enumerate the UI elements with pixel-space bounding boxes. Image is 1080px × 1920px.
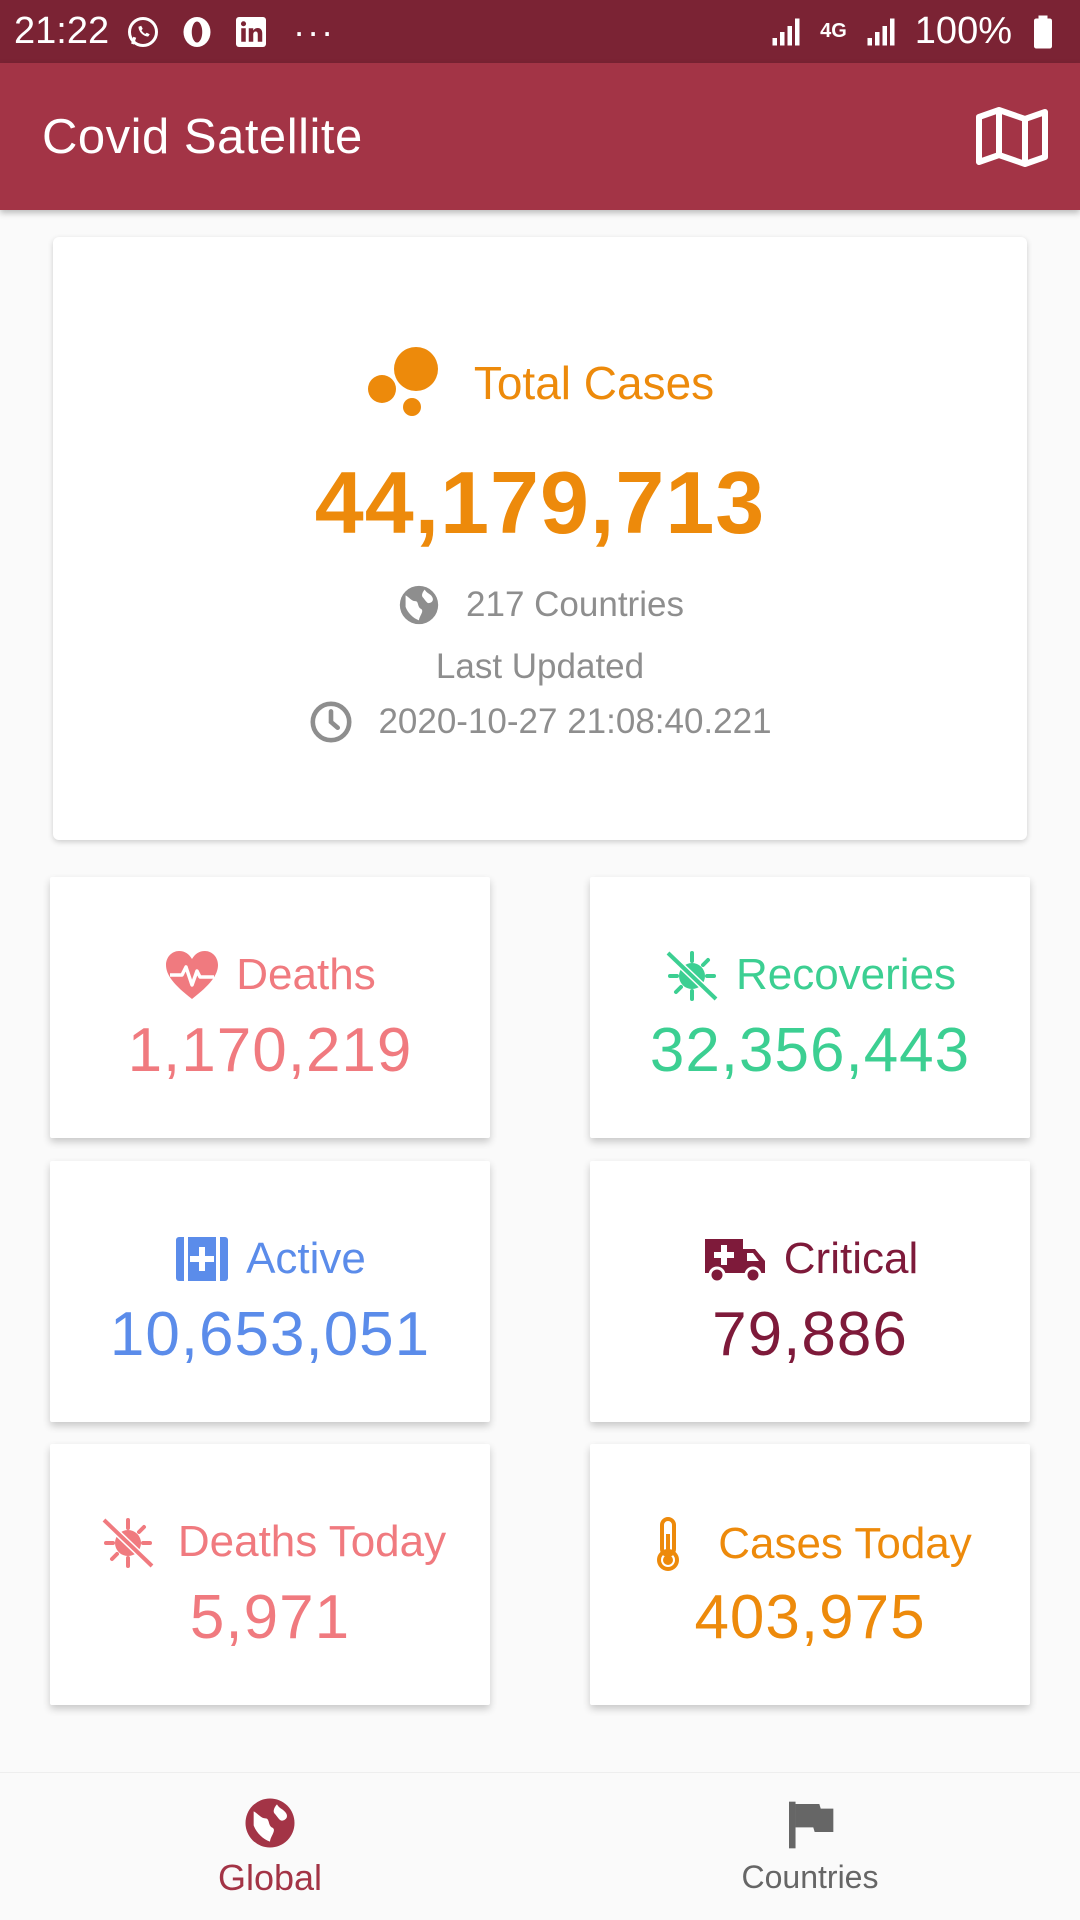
virus-cluster-icon — [367, 347, 438, 416]
deaths-today-label: Deaths Today — [177, 1517, 447, 1566]
deaths-value: 1,170,219 — [127, 1016, 413, 1085]
active-card: Active 10,653,051 — [50, 1161, 490, 1422]
cases-today-label: Cases Today — [718, 1519, 972, 1568]
critical-card: Critical 79,886 — [590, 1161, 1030, 1422]
map-button[interactable] — [972, 97, 1052, 177]
medical-kit-icon — [176, 1237, 229, 1281]
battery-icon — [1026, 12, 1066, 52]
recoveries-header: Recoveries — [590, 949, 1030, 1001]
overflow-dots: ··· — [293, 10, 336, 52]
globe-icon — [399, 585, 439, 625]
last-updated-line: 2020-10-27 21:08:40.221 — [53, 699, 1027, 745]
nav-item-countries[interactable]: Countries — [540, 1773, 1080, 1920]
cases-today-card: Cases Today 403,975 — [590, 1444, 1030, 1705]
battery-percent: 100% — [914, 10, 1012, 52]
network-type: 4G — [820, 20, 847, 42]
flag-icon — [789, 1801, 834, 1849]
nav-label-global: Global — [217, 1856, 323, 1898]
total-cases-card: Total Cases 44,179,713 217 Countries Las… — [53, 237, 1027, 840]
total-cases-label: Total Cases — [473, 357, 715, 409]
nav-label-countries: Countries — [741, 1859, 879, 1895]
active-label: Active — [246, 1234, 366, 1283]
last-updated-time: 2020-10-27 21:08:40.221 — [378, 702, 772, 741]
heartbeat-icon — [166, 951, 219, 999]
virus-slash-icon — [665, 950, 719, 1001]
cases-today-value: 403,975 — [694, 1583, 926, 1652]
deaths-header: Deaths — [50, 949, 490, 1001]
app-bar: Covid Satellite — [0, 63, 1080, 210]
signal-icon — [766, 12, 806, 52]
cases-today-header: Cases Today — [590, 1516, 1030, 1572]
opera-icon — [177, 12, 217, 52]
recoveries-value: 32,356,443 — [649, 1016, 971, 1085]
last-updated-label: Last Updated — [435, 647, 645, 686]
total-cases-header: Total Cases — [53, 345, 1027, 421]
status-bar: 21:22 ··· 4G 100% — [0, 0, 1080, 63]
virus-slash-icon — [101, 1517, 155, 1568]
deaths-today-value: 5,971 — [189, 1583, 351, 1652]
whatsapp-icon — [123, 12, 163, 52]
signal-icon-2 — [861, 12, 901, 52]
deaths-today-header: Deaths Today — [50, 1516, 490, 1568]
clock-icon — [310, 701, 352, 743]
thermometer-icon — [657, 1517, 680, 1571]
countries-line: 217 Countries — [53, 582, 1027, 628]
deaths-card: Deaths 1,170,219 — [50, 877, 490, 1138]
critical-value: 79,886 — [712, 1300, 908, 1369]
countries-count: 217 Countries — [466, 585, 684, 624]
deaths-today-card: Deaths Today 5,971 — [50, 1444, 490, 1705]
globe-icon — [245, 1798, 295, 1847]
ambulance-icon — [704, 1239, 765, 1284]
nav-item-global[interactable]: Global — [0, 1773, 540, 1920]
critical-label: Critical — [783, 1234, 919, 1283]
total-cases-value: 44,179,713 — [314, 453, 766, 552]
map-icon — [976, 106, 1048, 167]
status-time: 21:22 — [14, 10, 110, 52]
active-value: 10,653,051 — [109, 1300, 431, 1369]
bottom-nav: Global Countries — [0, 1772, 1080, 1920]
deaths-label: Deaths — [236, 950, 376, 999]
linkedin-icon — [231, 12, 271, 52]
recoveries-card: Recoveries 32,356,443 — [590, 877, 1030, 1138]
active-header: Active — [50, 1233, 490, 1285]
app-title: Covid Satellite — [42, 109, 363, 164]
critical-header: Critical — [590, 1233, 1030, 1285]
recoveries-label: Recoveries — [735, 950, 957, 999]
